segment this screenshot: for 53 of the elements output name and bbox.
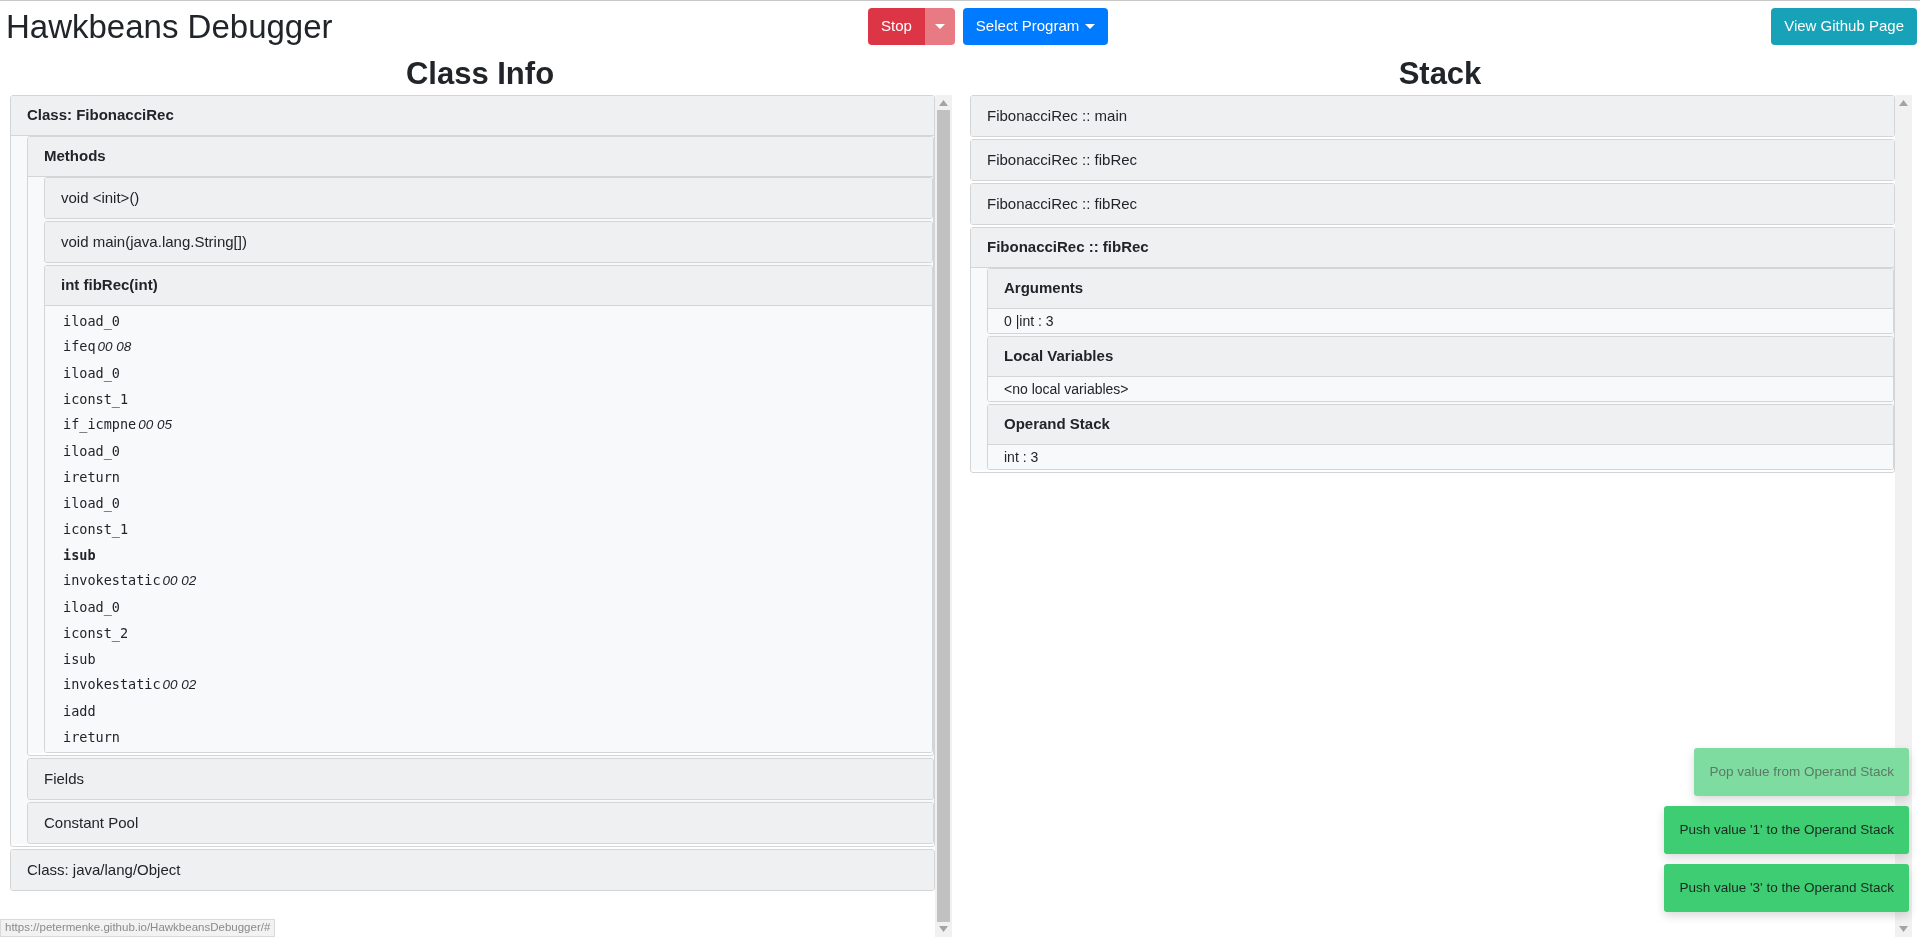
instruction-line: iload_0 [63, 363, 120, 384]
scroll-up-icon[interactable] [939, 100, 948, 106]
value-text: <no local variables> [1004, 379, 1129, 399]
instruction-line: invokestatic 00 02 [63, 675, 197, 695]
scroll-down-icon[interactable] [939, 926, 948, 932]
instruction-line: iload_0 [63, 493, 120, 514]
caret-icon [934, 24, 945, 29]
accordion-header[interactable]: Local Variables [988, 337, 1893, 377]
section-heading: Class Info [405, 57, 555, 89]
accordion-header[interactable]: Class: FibonacciRec [11, 96, 934, 136]
instruction-line: isub [63, 545, 96, 565]
instruction-line: iadd [63, 701, 96, 721]
instruction-line: iconst_1 [63, 389, 129, 410]
instruction-line: iconst_1 [63, 519, 129, 540]
accordion-header[interactable]: int fibRec(int) [45, 266, 932, 306]
select-program-button[interactable]: Select Program [962, 8, 1109, 45]
instruction-line: iload_0 [63, 311, 120, 332]
dropdown-toggle[interactable] [924, 8, 955, 45]
scroll-up-icon[interactable] [1899, 100, 1908, 106]
accordion-header[interactable]: FibonacciRec :: fibRec [971, 184, 1894, 224]
instruction-line: ireturn [63, 467, 120, 487]
accordion-header[interactable]: FibonacciRec :: fibRec [971, 228, 1894, 268]
accordion-header[interactable]: void main(java.lang.String[]) [45, 222, 932, 262]
instruction-line: iload_0 [63, 597, 120, 618]
instruction-line: isub [63, 649, 96, 669]
app-title: Hawkbeans Debugger [6, 9, 333, 43]
toast-notification: Pop value from Operand Stack [1694, 748, 1909, 796]
section-heading: Stack [1398, 57, 1482, 89]
scroll-thumb[interactable] [937, 110, 950, 922]
toast-notification: Push value '1' to the Operand Stack [1664, 806, 1909, 854]
instruction-line: iload_0 [63, 441, 120, 462]
accordion-header[interactable]: Methods [28, 137, 933, 177]
instruction-line: iconst_2 [63, 623, 129, 644]
status-url: https://petermenke.github.io/HawkbeansDebugger/# [0, 919, 276, 937]
caret-icon [1085, 24, 1096, 29]
instruction-line: invokestatic 00 02 [63, 571, 197, 591]
instruction-line: if_icmpne 00 05 [63, 415, 172, 435]
scrollbar[interactable] [935, 95, 952, 937]
accordion-header[interactable]: Fields [28, 759, 933, 799]
scroll-down-icon[interactable] [1899, 926, 1908, 932]
accordion-header[interactable]: Constant Pool [28, 803, 933, 843]
stop-button[interactable]: Stop [868, 8, 925, 45]
accordion-header[interactable]: FibonacciRec :: fibRec [971, 140, 1894, 180]
accordion-header[interactable]: Class: java/lang/Object [11, 850, 934, 890]
instruction-line: ireturn [63, 727, 120, 747]
accordion-header[interactable]: Operand Stack [988, 405, 1893, 445]
accordion-header[interactable]: void <init>() [45, 178, 932, 218]
toast-notification: Push value '3' to the Operand Stack [1664, 864, 1909, 912]
instruction-line: ifeq 00 08 [63, 337, 132, 357]
value-text: int : 3 [1004, 447, 1039, 467]
value-text: 0 |int : 3 [1004, 311, 1054, 331]
accordion-header[interactable]: FibonacciRec :: main [971, 96, 1894, 136]
accordion-header[interactable]: Arguments [988, 269, 1893, 309]
